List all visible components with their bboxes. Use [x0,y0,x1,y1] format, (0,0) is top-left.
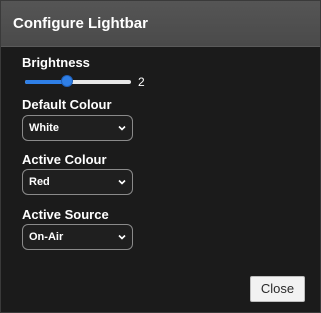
default-colour-label: Default Colour [22,97,112,112]
active-colour-select[interactable]: Red [22,169,133,195]
active-colour-value: Red [29,176,50,188]
default-colour-value: White [29,122,59,134]
active-colour-label: Active Colour [22,152,107,167]
default-colour-select[interactable]: White [22,115,133,141]
configure-lightbar-dialog: Configure Lightbar Brightness 2 Default … [0,0,321,313]
active-source-select[interactable]: On-Air [22,224,133,250]
dialog-titlebar: Configure Lightbar [1,1,320,47]
active-source-value: On-Air [29,231,64,243]
close-button[interactable]: Close [250,276,305,302]
chevron-down-icon [118,125,126,131]
chevron-down-icon [118,234,126,240]
brightness-label: Brightness [22,55,90,70]
slider-thumb[interactable] [61,75,73,87]
active-source-label: Active Source [22,207,109,222]
dialog-title: Configure Lightbar [13,15,148,32]
chevron-down-icon [118,179,126,185]
brightness-value: 2 [138,75,145,89]
brightness-slider[interactable] [25,75,131,89]
